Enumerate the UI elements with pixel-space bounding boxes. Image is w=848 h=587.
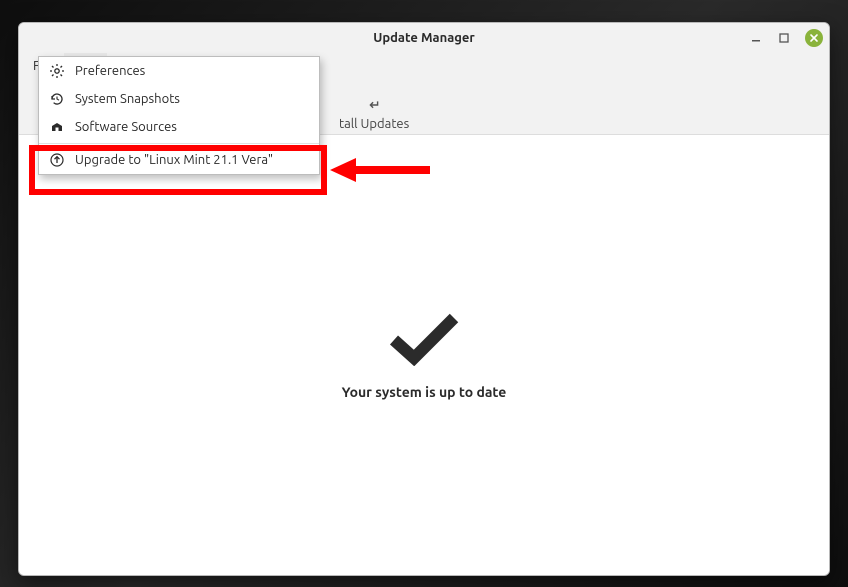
status-text: Your system is up to date [342, 384, 507, 400]
gear-icon [49, 63, 65, 79]
menu-snapshots-label: System Snapshots [75, 92, 180, 106]
upgrade-icon [49, 152, 65, 168]
content-area: Your system is up to date [19, 135, 829, 575]
close-button[interactable] [805, 29, 823, 47]
toolbar-install-button[interactable]: tall Updates [339, 95, 409, 131]
checkmark-icon [388, 310, 460, 366]
menu-upgrade-label: Upgrade to "Linux Mint 21.1 Vera" [75, 153, 273, 167]
menu-software-sources[interactable]: Software Sources [39, 113, 319, 141]
menu-separator [39, 143, 319, 144]
sources-icon [49, 119, 65, 135]
edit-dropdown: Preferences System Snapshots Software So… [38, 56, 320, 175]
menu-upgrade[interactable]: Upgrade to "Linux Mint 21.1 Vera" [39, 146, 319, 174]
menu-sources-label: Software Sources [75, 120, 177, 134]
history-icon [49, 91, 65, 107]
install-icon [364, 95, 384, 115]
maximize-button[interactable] [777, 31, 791, 45]
menu-preferences-label: Preferences [75, 64, 145, 78]
menu-system-snapshots[interactable]: System Snapshots [39, 85, 319, 113]
window-controls [749, 23, 823, 53]
toolbar-install-label-partial: tall Updates [339, 117, 409, 131]
menu-preferences[interactable]: Preferences [39, 57, 319, 85]
titlebar: Update Manager [19, 23, 829, 53]
window-title: Update Manager [19, 31, 829, 45]
minimize-button[interactable] [749, 31, 763, 45]
